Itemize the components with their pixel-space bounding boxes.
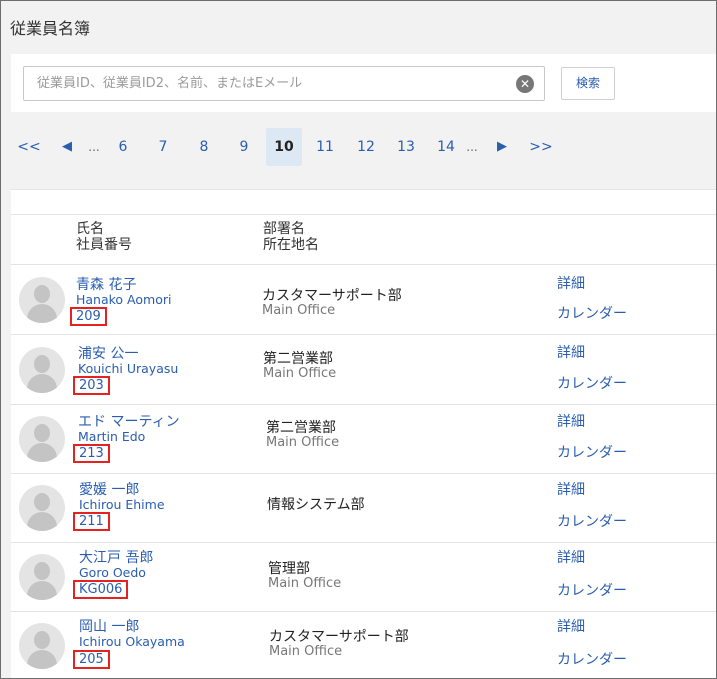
employee-id-link[interactable]: 211 — [73, 512, 110, 531]
page-link-11[interactable]: 11 — [311, 128, 339, 166]
department-name: 管理部 — [268, 561, 310, 577]
department-name: 第二営業部 — [266, 420, 336, 436]
header-name: 氏名 — [76, 221, 104, 237]
table-row: エド マーティン Martin Edo 213 第二営業部 Main Offic… — [11, 405, 716, 474]
page-link-current[interactable]: 10 — [266, 128, 302, 166]
employee-romaji-link[interactable]: Ichirou Okayama — [79, 634, 185, 649]
detail-link[interactable]: 詳細 — [557, 479, 585, 499]
last-page-link[interactable]: >> — [527, 128, 555, 166]
employee-romaji-link[interactable]: Goro Oedo — [79, 565, 146, 580]
table-row: 浦安 公一 Kouichi Urayasu 203 第二営業部 Main Off… — [11, 336, 716, 405]
location-name: Main Office — [269, 644, 343, 659]
calendar-link[interactable]: カレンダー — [557, 303, 627, 323]
employee-directory-window: 従業員名簿 ✕ 検索 << ◀ ... 6 7 8 9 10 11 12 13 … — [0, 0, 717, 679]
page-link-13[interactable]: 13 — [392, 128, 420, 166]
location-name: Main Office — [262, 303, 336, 318]
location-name: Main Office — [263, 366, 337, 381]
search-field: ✕ — [23, 66, 545, 101]
user-placeholder-icon — [19, 623, 65, 669]
page-link-9[interactable]: 9 — [230, 128, 258, 166]
page-title: 従業員名簿 — [10, 19, 91, 38]
page-link-7[interactable]: 7 — [149, 128, 177, 166]
employee-table: 氏名 社員番号 部署名 所在地名 青森 花子 Hanako Aomori 209… — [11, 189, 716, 678]
department-name: 第二営業部 — [263, 351, 333, 367]
search-bar: ✕ 検索 — [11, 54, 716, 112]
table-row: 岡山 一郎 Ichirou Okayama 205 カスタマーサポート部 Mai… — [11, 612, 716, 678]
page-link-12[interactable]: 12 — [352, 128, 380, 166]
employee-romaji-link[interactable]: Martin Edo — [78, 429, 145, 444]
employee-id-link[interactable]: 205 — [73, 650, 110, 669]
user-placeholder-icon — [19, 554, 65, 600]
employee-name-link[interactable]: 浦安 公一 — [78, 343, 138, 363]
calendar-link[interactable]: カレンダー — [557, 373, 627, 393]
employee-id-link[interactable]: 203 — [73, 376, 110, 395]
header-department: 部署名 — [263, 221, 305, 237]
department-name: 情報システム部 — [267, 497, 365, 513]
search-button[interactable]: 検索 — [561, 67, 615, 100]
detail-link[interactable]: 詳細 — [557, 273, 585, 293]
close-circle-icon[interactable]: ✕ — [516, 75, 534, 93]
employee-name-link[interactable]: エド マーティン — [78, 411, 180, 431]
page-link-14[interactable]: 14 — [432, 128, 460, 166]
page-link-8[interactable]: 8 — [190, 128, 218, 166]
user-placeholder-icon — [19, 277, 65, 323]
calendar-link[interactable]: カレンダー — [557, 580, 627, 600]
employee-name-link[interactable]: 青森 花子 — [76, 274, 136, 294]
user-placeholder-icon — [19, 485, 65, 531]
employee-romaji-link[interactable]: Ichirou Ehime — [79, 497, 165, 512]
triangle-right-icon[interactable]: ▶ — [492, 128, 512, 166]
pagination-ellipsis-right: ... — [466, 140, 478, 154]
detail-link[interactable]: 詳細 — [557, 342, 585, 362]
user-placeholder-icon — [19, 416, 65, 462]
employee-romaji-link[interactable]: Kouichi Urayasu — [78, 361, 178, 376]
header-employee-no: 社員番号 — [76, 237, 132, 253]
detail-link[interactable]: 詳細 — [557, 616, 585, 636]
location-name: Main Office — [266, 435, 340, 450]
page-link-6[interactable]: 6 — [109, 128, 137, 166]
table-header: 氏名 社員番号 部署名 所在地名 — [11, 215, 716, 265]
department-name: カスタマーサポート部 — [262, 288, 402, 304]
table-row: 青森 花子 Hanako Aomori 209 カスタマーサポート部 Main … — [11, 266, 716, 335]
table-row: 大江戸 吾郎 Goro Oedo KG006 管理部 Main Office 詳… — [11, 543, 716, 612]
header-location: 所在地名 — [263, 237, 319, 253]
calendar-link[interactable]: カレンダー — [557, 511, 627, 531]
detail-link[interactable]: 詳細 — [557, 411, 585, 431]
employee-romaji-link[interactable]: Hanako Aomori — [76, 292, 171, 307]
employee-name-link[interactable]: 愛媛 一郎 — [79, 479, 139, 499]
first-page-link[interactable]: << — [15, 128, 43, 166]
location-name: Main Office — [268, 576, 342, 591]
employee-name-link[interactable]: 岡山 一郎 — [79, 616, 139, 636]
pagination: << ◀ ... 6 7 8 9 10 11 12 13 14 ... ▶ >> — [11, 128, 571, 168]
department-name: カスタマーサポート部 — [269, 629, 409, 645]
pagination-ellipsis-left: ... — [88, 140, 100, 154]
user-placeholder-icon — [19, 347, 65, 393]
table-row: 愛媛 一郎 Ichirou Ehime 211 情報システム部 詳細 カレンダー — [11, 474, 716, 543]
employee-id-link[interactable]: 209 — [70, 307, 107, 326]
triangle-left-icon[interactable]: ◀ — [57, 128, 77, 166]
employee-id-link[interactable]: KG006 — [73, 580, 129, 599]
search-input[interactable] — [24, 67, 504, 100]
employee-name-link[interactable]: 大江戸 吾郎 — [79, 547, 153, 567]
employee-id-link[interactable]: 213 — [73, 444, 110, 463]
calendar-link[interactable]: カレンダー — [557, 649, 627, 669]
calendar-link[interactable]: カレンダー — [557, 442, 627, 462]
detail-link[interactable]: 詳細 — [557, 547, 585, 567]
